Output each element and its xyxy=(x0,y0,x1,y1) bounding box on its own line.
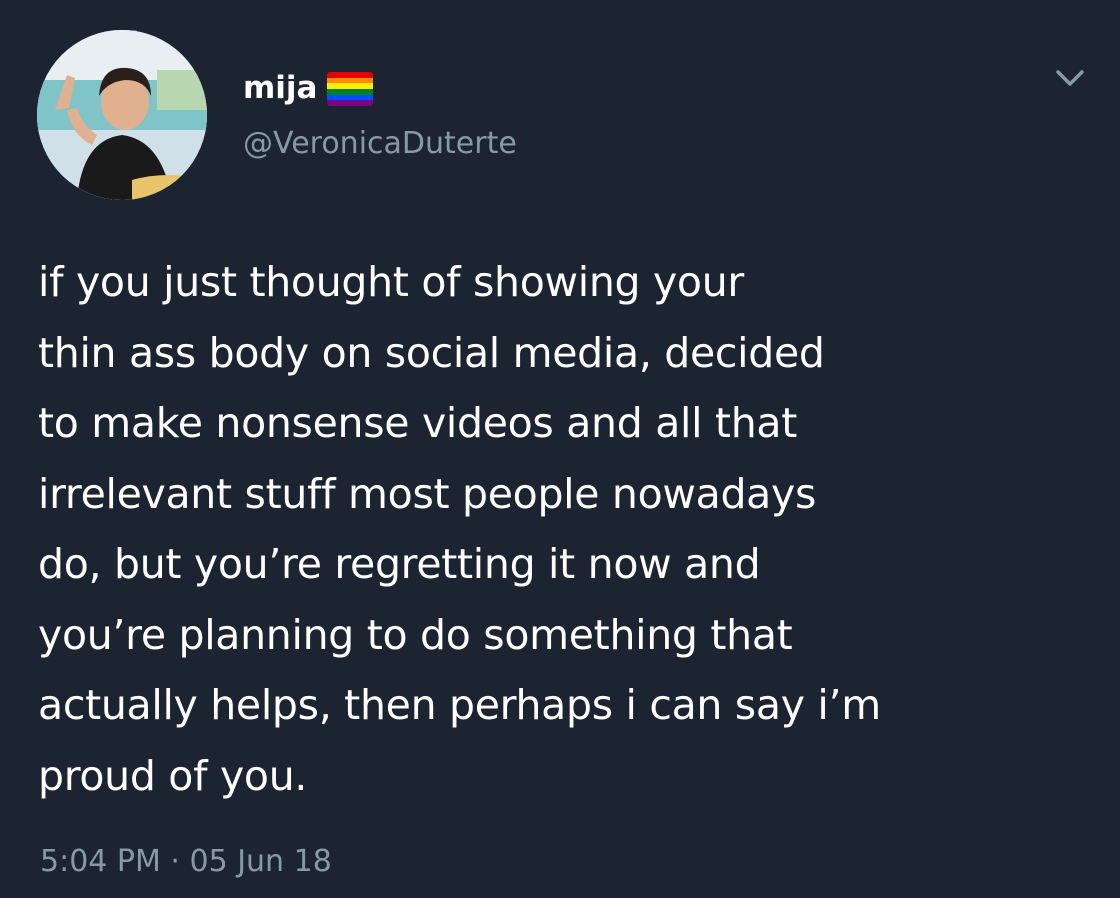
tweet-text-line: thin ass body on social media, decided xyxy=(38,328,825,377)
display-name[interactable]: mija xyxy=(243,66,317,110)
tweet-text-line: actually helps, then perhaps i can say i… xyxy=(38,681,881,729)
tweet-text-line: proud of you. xyxy=(38,751,308,800)
user-handle[interactable]: @VeronicaDuterte xyxy=(243,124,517,164)
tweet-text: if you just thought of showing your thin… xyxy=(38,247,1088,811)
chevron-down-icon xyxy=(1056,70,1084,86)
tweet-text-line: you’re planning to do something that xyxy=(38,610,793,659)
rainbow-flag-icon xyxy=(327,72,374,106)
tweet-text-line: if you just thought of showing your xyxy=(38,258,744,306)
avatar[interactable] xyxy=(37,30,207,200)
tweet-menu-button[interactable] xyxy=(1052,60,1088,96)
avatar-image xyxy=(37,30,207,200)
tweet-card: mija @VeronicaDuterte if you just though… xyxy=(0,0,1120,898)
tweet-timestamp[interactable]: 5:04 PM · 05 Jun 18 xyxy=(40,839,332,885)
tweet-text-line: irrelevant stuff most people nowadays xyxy=(38,469,817,518)
display-name-row[interactable]: mija xyxy=(243,66,374,110)
tweet-text-line: do, but you’re regretting it now and xyxy=(38,540,761,588)
tweet-text-line: to make nonsense videos and all that xyxy=(38,399,797,447)
